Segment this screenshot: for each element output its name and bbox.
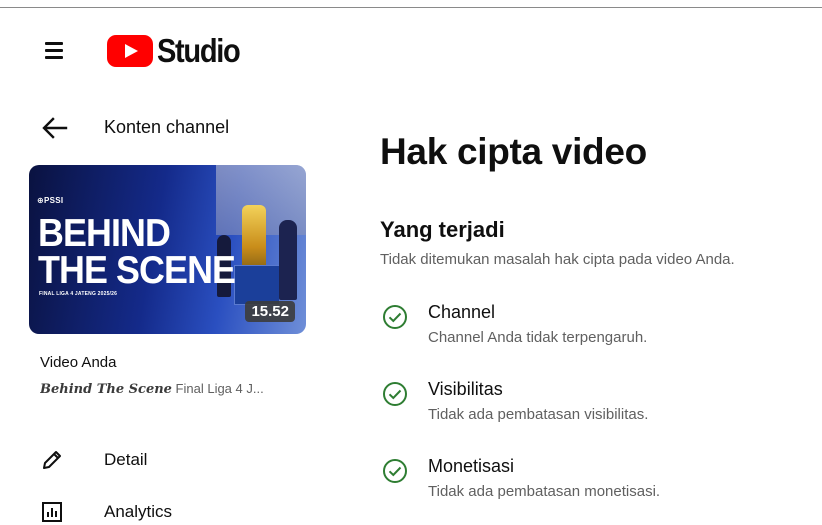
video-title-rest: Final Liga 4 J... <box>171 381 264 396</box>
nav-item-detail[interactable]: Detail <box>40 444 260 476</box>
status-title: Visibilitas <box>428 379 503 399</box>
video-duration-badge: 15.52 <box>245 301 295 322</box>
video-title: Behind The Scene Final Liga 4 J... <box>40 381 302 397</box>
logo-text: Studio <box>157 32 241 69</box>
status-item-channel: Channel Channel Anda tidak terpengaruh. <box>382 302 802 354</box>
nav-item-label: Detail <box>104 450 148 469</box>
video-thumbnail[interactable]: ⊕PSSI BEHIND THE SCENE FINAL LIGA 4 JATE… <box>29 165 306 334</box>
video-title-emphasis: Behind The Scene <box>40 382 172 397</box>
your-video-label: Video Anda <box>40 354 117 371</box>
analytics-bar-chart-icon <box>40 500 64 524</box>
nav-item-label: Analytics <box>104 502 173 521</box>
thumbnail-subline: FINAL LIGA 4 JATENG 2025/26 <box>39 291 118 297</box>
page-title: Hak cipta video <box>380 131 647 172</box>
status-description: Channel Anda tidak terpengaruh. <box>428 329 648 346</box>
thumbnail-brand: ⊕PSSI <box>37 196 64 205</box>
thumbnail-headline-line2: THE SCENE <box>38 249 236 292</box>
status-item-monetization: Monetisasi Tidak ada pembatasan monetisa… <box>382 456 802 508</box>
back-arrow-icon[interactable] <box>40 116 70 140</box>
nav-item-analytics[interactable]: Analytics <box>40 496 260 525</box>
section-heading: Yang terjadi <box>380 217 505 242</box>
top-divider <box>0 7 822 8</box>
youtube-studio-logo[interactable]: Studio <box>107 31 251 71</box>
status-item-visibility: Visibilitas Tidak ada pembatasan visibil… <box>382 379 802 431</box>
back-to-channel-content-link[interactable]: Konten channel <box>104 117 229 138</box>
check-circle-icon <box>382 304 408 330</box>
check-circle-icon <box>382 458 408 484</box>
hamburger-menu-icon[interactable] <box>43 40 67 62</box>
youtube-play-icon <box>107 35 153 67</box>
check-circle-icon <box>382 381 408 407</box>
thumbnail-headline-line1: BEHIND <box>38 212 171 255</box>
status-description: Tidak ada pembatasan visibilitas. <box>428 406 649 423</box>
status-title: Monetisasi <box>428 456 515 476</box>
pencil-icon <box>40 448 64 472</box>
status-title: Channel <box>428 302 496 322</box>
status-description: Tidak ada pembatasan monetisasi. <box>428 483 661 500</box>
section-description: Tidak ditemukan masalah hak cipta pada v… <box>380 251 735 268</box>
